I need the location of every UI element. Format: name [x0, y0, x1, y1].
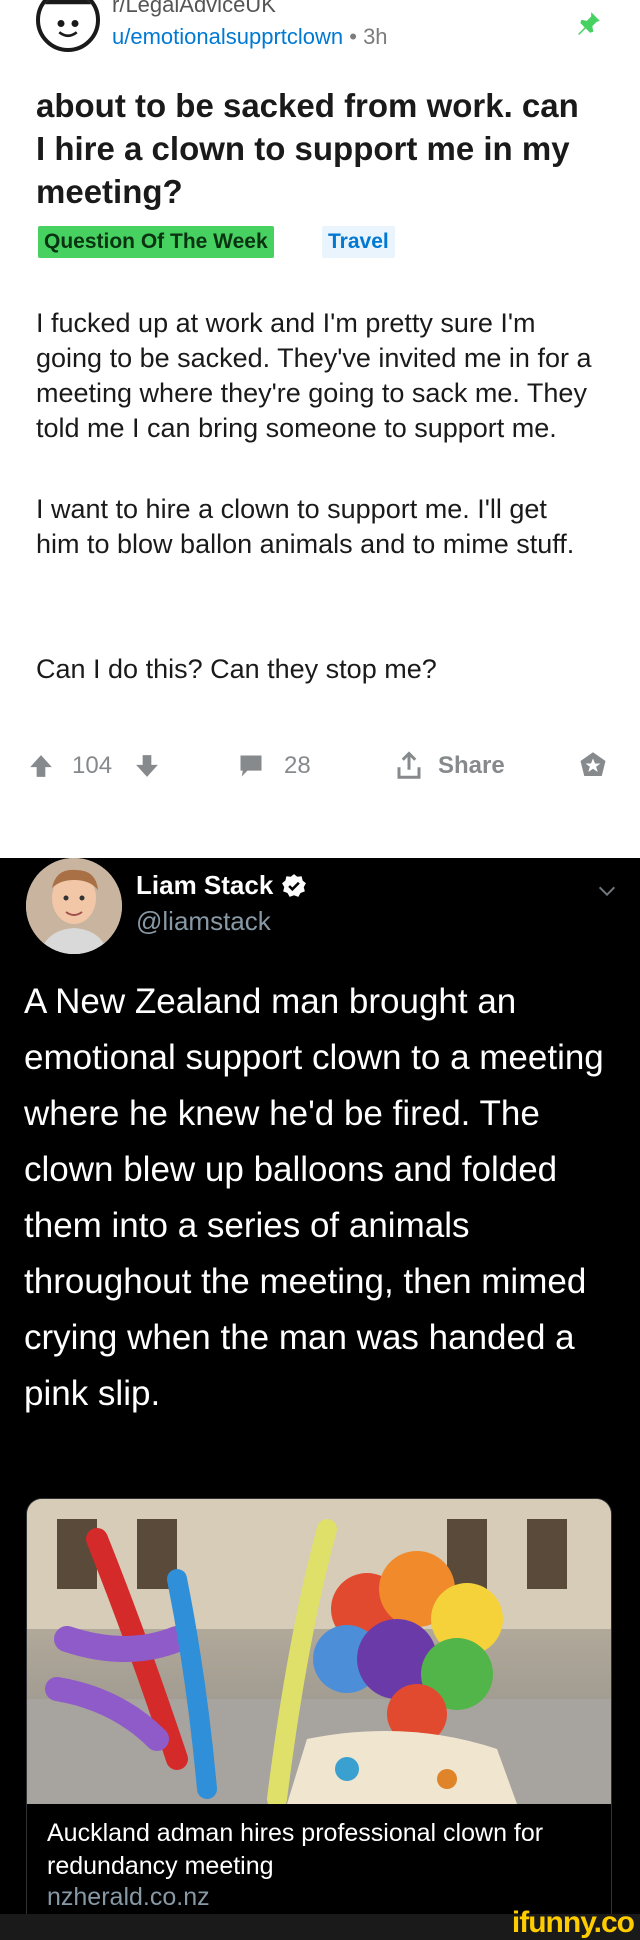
card-domain: nzherald.co.nz — [47, 1883, 210, 1911]
flair-travel[interactable]: Travel — [322, 226, 395, 258]
chevron-down-icon[interactable] — [596, 880, 618, 902]
share-icon — [397, 751, 421, 779]
comments-button[interactable] — [236, 744, 266, 788]
tweet: Liam Stack @liamstack A New Zealand man … — [0, 858, 640, 1918]
subreddit-name[interactable]: r/LegalAdviceUK — [112, 0, 276, 18]
post-header: r/LegalAdviceUK u/emotionalsupprtclown •… — [0, 0, 640, 60]
comment-icon — [240, 755, 262, 777]
user-handle[interactable]: @liamstack — [136, 906, 271, 937]
profile-avatar[interactable] — [26, 858, 122, 954]
post-action-bar: 104 28 Share — [0, 744, 640, 788]
flair-question-of-the-week[interactable]: Question Of The Week — [38, 226, 274, 258]
award-icon — [580, 752, 606, 776]
downvote-button[interactable] — [134, 744, 160, 788]
author-username[interactable]: u/emotionalsupprtclown — [112, 24, 343, 49]
upvote-button[interactable] — [28, 744, 54, 788]
display-name-text[interactable]: Liam Stack — [136, 870, 273, 901]
post-body-paragraph: I fucked up at work and I'm pretty sure … — [36, 308, 592, 443]
subreddit-avatar[interactable] — [36, 0, 100, 52]
article-thumbnail — [27, 1499, 611, 1804]
post-age: • 3h — [343, 24, 388, 49]
ifunny-watermark: ifunny.co — [511, 1906, 635, 1939]
reddit-post: r/LegalAdviceUK u/emotionalsupprtclown •… — [0, 0, 640, 858]
tweet-text: A New Zealand man brought an emotional s… — [24, 982, 604, 1413]
verified-badge-icon — [282, 873, 307, 897]
share-label: Share — [438, 752, 505, 779]
vote-count: 104 — [72, 752, 113, 779]
post-body-paragraph: Can I do this? Can they stop me? — [36, 654, 437, 684]
watermark-bar: ifunny.co — [0, 1906, 640, 1940]
post-author[interactable]: u/emotionalsupprtclown • 3h — [112, 24, 388, 50]
post-body-paragraph: I want to hire a clown to support me. I'… — [36, 494, 575, 559]
card-title[interactable]: Auckland adman hires professional clown … — [47, 1817, 597, 1883]
comment-count: 28 — [284, 752, 311, 779]
upvote-arrow-icon[interactable] — [28, 753, 54, 779]
post-title[interactable]: about to be sacked from work. can I hire… — [36, 84, 596, 213]
link-preview-card[interactable]: Auckland adman hires professional clown … — [26, 1498, 612, 1918]
pin-icon — [578, 12, 600, 35]
downvote-arrow-icon[interactable] — [134, 753, 160, 779]
share-button[interactable]: Share — [394, 744, 505, 788]
display-name[interactable]: Liam Stack — [136, 870, 307, 901]
award-button[interactable] — [578, 744, 608, 788]
